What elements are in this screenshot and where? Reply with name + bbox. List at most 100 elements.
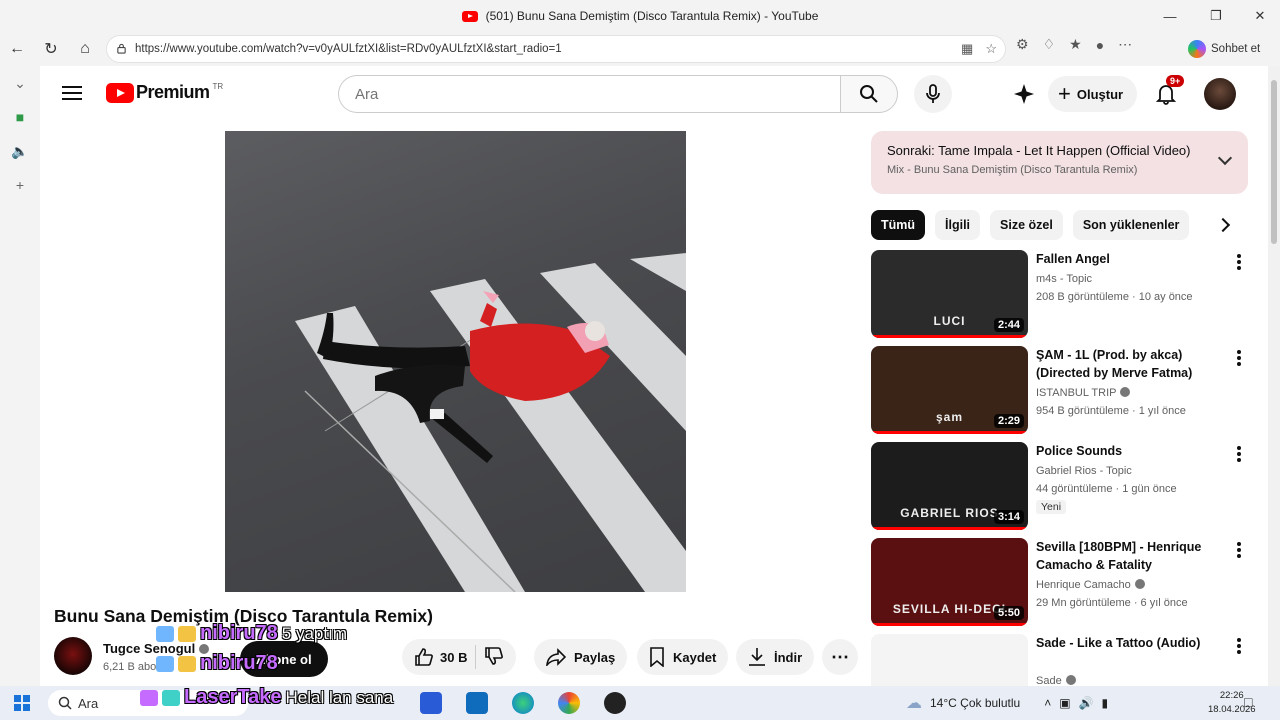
recommendation-item[interactable]: şam 2:29 ŞAM - 1L (Prod. by akca) (Directe… <box>871 346 1241 434</box>
recommendation-channel[interactable]: Henrique Camacho <box>1036 576 1216 594</box>
recommendation-stats: 208 B görüntüleme · 10 ay önce <box>1036 291 1193 303</box>
recommendation-item[interactable]: LUCI 2:44 Fallen Angel m4s - Topic 208 B gör… <box>871 250 1241 338</box>
chip-related[interactable]: İlgili <box>935 210 981 240</box>
user-avatar[interactable] <box>1204 78 1236 110</box>
video-player[interactable] <box>225 131 686 592</box>
chat-badge-icon <box>156 625 174 642</box>
chat-badge-icon <box>156 655 174 672</box>
audio-icon[interactable]: 🔈 <box>0 134 40 168</box>
recommendation-channel[interactable]: m4s - Topic <box>1036 270 1216 288</box>
chip-for-you[interactable]: Size özel <box>990 210 1063 240</box>
battery-icon[interactable]: ▮ <box>1102 696 1109 710</box>
verified-icon <box>1065 675 1076 685</box>
close-button[interactable]: ✕ <box>1238 0 1280 32</box>
volume-icon[interactable]: 🔊 <box>1079 696 1094 710</box>
more-vertical-icon[interactable] <box>1237 254 1241 270</box>
chip-all[interactable]: Tümü <box>871 210 926 240</box>
recommendation-title[interactable]: Police Sounds <box>1036 442 1208 460</box>
copilot-button[interactable]: Sohbet et <box>1188 36 1260 62</box>
recommendation-item[interactable]: SEVILLA HI-DECI 5:50 Sevilla [180BPM] - He… <box>871 538 1241 626</box>
address-bar[interactable]: https://www.youtube.com/watch?v=v0yAULfz… <box>106 35 1006 63</box>
apps-icon[interactable]: ▦ <box>961 41 973 57</box>
search-bar <box>338 75 900 113</box>
network-icon[interactable]: ▣ <box>1059 696 1070 710</box>
more-vertical-icon[interactable] <box>1237 542 1241 558</box>
video-thumbnail[interactable]: şam 2:29 <box>871 346 1028 434</box>
recommendation-title[interactable]: Fallen Angel <box>1036 250 1208 268</box>
crown-icon <box>178 655 196 672</box>
recommendation-channel[interactable]: Gabriel Rios - Topic <box>1036 462 1216 480</box>
taskbar-app-icon[interactable] <box>604 692 626 714</box>
windows-taskbar: Ara LaserTake Helal lan sana ☁ 14°C Çok … <box>0 686 1280 720</box>
home-icon[interactable]: ⌂ <box>68 34 102 64</box>
recommendation-item[interactable]: Sade - Like a Tattoo (Audio) Sade <box>871 634 1241 686</box>
scrollbar-thumb[interactable] <box>1271 80 1277 244</box>
extensions-icon[interactable]: ⚙ <box>1016 36 1029 53</box>
voice-search-button[interactable] <box>914 75 952 113</box>
like-button[interactable]: 30 B <box>414 647 467 667</box>
chrome-icon[interactable] <box>558 692 580 714</box>
menu-icon[interactable] <box>62 86 82 100</box>
video-thumbnail[interactable]: SEVILLA HI-DECI 5:50 <box>871 538 1028 626</box>
more-menu-icon[interactable]: ⋯ <box>1118 36 1132 53</box>
browser-essentials-icon[interactable]: ♢ <box>1043 36 1056 53</box>
sidebar-app-icon[interactable]: ■ <box>0 100 40 134</box>
collapse-chevron-icon[interactable]: ⌄ <box>0 66 40 100</box>
chat-overlay-row: nibiru78 5 yaptım <box>156 622 347 645</box>
search-icon <box>860 85 878 103</box>
recommendation-channel[interactable]: Sade <box>1036 672 1216 686</box>
search-input[interactable] <box>338 75 840 113</box>
more-actions-button[interactable]: ⋯ <box>822 639 858 675</box>
page-scrollbar[interactable] <box>1268 66 1280 686</box>
recommendation-title[interactable]: Sade - Like a Tattoo (Audio) <box>1036 634 1208 652</box>
like-divider <box>475 645 477 669</box>
edge-icon[interactable] <box>512 692 534 714</box>
plus-icon: + <box>1058 81 1071 106</box>
chevron-right-icon[interactable] <box>1215 217 1231 233</box>
mic-badge-icon <box>140 689 158 706</box>
video-frame-art <box>295 253 686 592</box>
channel-avatar[interactable] <box>54 637 92 675</box>
more-vertical-icon[interactable] <box>1237 638 1241 654</box>
recommendation-title[interactable]: Sevilla [180BPM] - Henrique Camacho & Fa… <box>1036 538 1208 574</box>
maximize-button[interactable]: ❐ <box>1194 0 1238 32</box>
recommendation-item[interactable]: GABRIEL RIOS 3:14 Police Sounds Gabriel Rio… <box>871 442 1241 530</box>
favorite-star-icon[interactable]: ☆ <box>985 41 997 57</box>
outlook-icon[interactable] <box>466 692 488 714</box>
dislike-button[interactable] <box>484 646 504 669</box>
back-icon[interactable]: ← <box>0 34 34 64</box>
notifications-button[interactable]: 9+ <box>1150 75 1185 110</box>
profile-icon[interactable]: ● <box>1096 37 1104 53</box>
recommendation-channel[interactable]: ISTANBUL TRIP <box>1036 384 1216 402</box>
video-thumbnail[interactable] <box>871 634 1028 686</box>
more-vertical-icon[interactable] <box>1237 350 1241 366</box>
favorites-icon[interactable]: ★ <box>1069 36 1082 53</box>
more-horizontal-icon: ⋯ <box>831 646 849 667</box>
chevron-up-icon[interactable]: ˄ <box>1044 696 1051 710</box>
more-vertical-icon[interactable] <box>1237 446 1241 462</box>
minimize-button[interactable]: — <box>1148 0 1192 32</box>
taskbar-app-icon[interactable] <box>420 692 442 714</box>
video-thumbnail[interactable]: GABRIEL RIOS 3:14 <box>871 442 1028 530</box>
download-button[interactable]: İndir <box>736 639 815 675</box>
chip-recently-uploaded[interactable]: Son yüklenenler <box>1072 210 1190 240</box>
thumbs-up-icon <box>415 648 433 666</box>
windows-start-icon[interactable] <box>14 695 30 711</box>
save-button[interactable]: Kaydet <box>637 639 729 675</box>
crown-icon <box>178 625 196 642</box>
video-thumbnail[interactable]: LUCI 2:44 <box>871 250 1028 338</box>
search-button[interactable] <box>840 75 898 113</box>
window-titlebar: (501) Bunu Sana Demiştim (Disco Tarantul… <box>0 0 1280 32</box>
create-button[interactable]: + Oluştur <box>1048 76 1138 112</box>
youtube-logo[interactable]: Premium TR <box>106 82 223 103</box>
recommendation-title[interactable]: ŞAM - 1L (Prod. by akca) (Directed by Me… <box>1036 346 1208 382</box>
premium-sparkle-icon[interactable] <box>1008 78 1040 110</box>
up-next-panel[interactable]: Sonraki: Tame Impala - Let It Happen (Of… <box>871 131 1248 194</box>
notification-center-icon[interactable]: □ <box>1244 694 1252 710</box>
watch-progress-bar <box>871 623 1028 626</box>
add-sidebar-icon[interactable]: + <box>0 168 40 202</box>
refresh-icon[interactable]: ↻ <box>34 34 68 64</box>
share-button[interactable]: Paylaş <box>534 639 628 675</box>
search-icon <box>58 696 72 710</box>
weather-text[interactable]: 14°C Çok bulutlu <box>930 696 1020 710</box>
